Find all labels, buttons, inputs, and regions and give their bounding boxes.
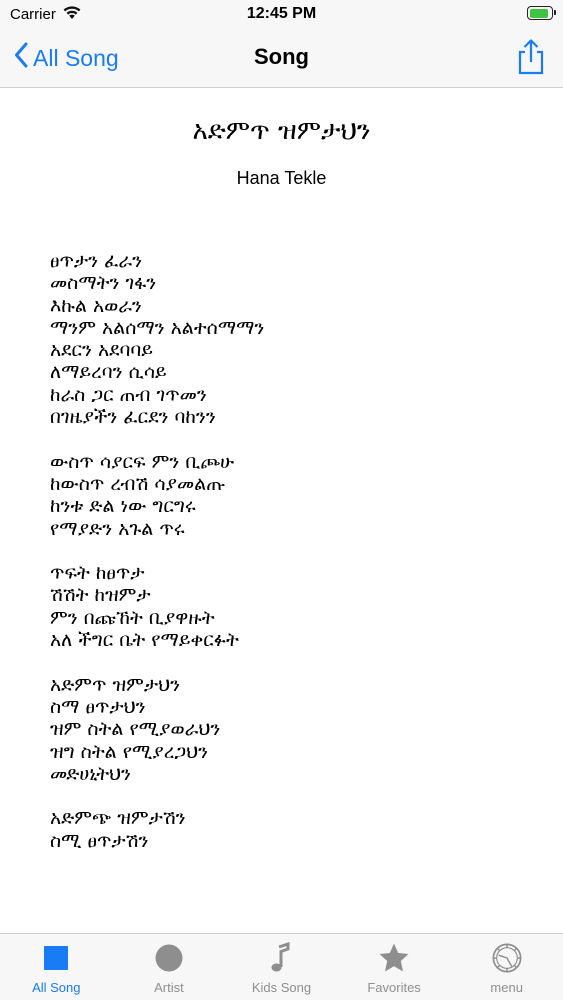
- nav-title: Song: [254, 44, 309, 69]
- tab-label: All Song: [32, 980, 81, 995]
- lyric-line: ዝግ ስትል የሚያረጋህን: [50, 740, 209, 763]
- tab-label: menu: [490, 980, 523, 995]
- lyric-line: ዝም ስትል የሚያወራህን: [50, 718, 221, 741]
- share-icon: [515, 39, 547, 80]
- lyric-line: አለ ችግር ቤት የማይቀርፉት: [50, 629, 239, 652]
- tab-label: Artist: [154, 980, 184, 995]
- tab-kids-song[interactable]: Kids Song: [225, 934, 338, 1000]
- tab-label: Favorites: [367, 980, 421, 995]
- lyrics: ፀጥታን ፈራን መስማትን ገፋን እኩል አወራን ማንም አልሰማን አልተሰማ…: [50, 250, 510, 874]
- battery-icon: [527, 6, 556, 20]
- lyric-line: ከውስጥ ረብሽ ሳያመልጡ: [50, 472, 226, 495]
- nav-bar: All Song Song: [0, 30, 563, 88]
- tab-favorites[interactable]: Favorites: [338, 934, 451, 1000]
- lyric-line: ውስጥ ሳያርፍ ምን ቢጮሁ: [50, 450, 235, 473]
- lyric-line: ማንም አልሰማን አልተሰማማን: [50, 316, 265, 339]
- tab-bar: All Song Artist Kids Song Favorites menu: [0, 933, 563, 1000]
- status-time: 12:45 PM: [246, 5, 317, 22]
- lyric-line: መድሀኒትህን: [50, 762, 131, 785]
- square-icon: [40, 942, 72, 974]
- lyric-line: መስማትን ገፋን: [50, 272, 157, 295]
- star-icon: [378, 942, 410, 974]
- tab-all-song[interactable]: All Song: [0, 934, 113, 1000]
- tab-label: Kids Song: [251, 980, 312, 995]
- lyric-line: አድምጥ ዝምታህን: [50, 673, 181, 696]
- lyric-line: ሽሽት ከዝምታ: [50, 584, 151, 607]
- lyric-line: ስሚ ፀጥታሽን: [50, 829, 149, 852]
- lyric-line: ለማይረባን ሲሳይ: [50, 361, 167, 384]
- lyric-line: ፀጥታን ፈራን: [50, 250, 143, 272]
- lyrics-stanza: ጥፍት ከፀጥታ ሽሽት ከዝምታ ምን በጩኸት ቢያዋዙት አለ ችግር ቤት የ…: [50, 562, 510, 651]
- song-content[interactable]: አድምጥ ዝምታህን Hana Tekle ፀጥታን ፈራን መስማትን ገፋን እ…: [0, 88, 563, 933]
- lyric-line: እኩል አወራን: [50, 294, 142, 317]
- lyric-line: ከራስ ጋር ጠብ ገጥመን: [50, 383, 207, 406]
- lyrics-stanza: አድምጥ ዝምታህን ስማ ፀጥታህን ዝም ስትል የሚያወራህን ዝግ ስትል የ…: [50, 674, 510, 785]
- lyric-line: አድምጭ ዝምታሽን: [50, 807, 186, 830]
- share-button[interactable]: [515, 38, 547, 76]
- music-note-icon: [265, 942, 297, 974]
- status-bar: Carrier 12:45 PM: [0, 0, 563, 30]
- tab-menu[interactable]: menu: [450, 934, 563, 1000]
- lyric-line: ምን በጩኸት ቢያዋዙት: [50, 606, 215, 629]
- battery-fill: [529, 8, 548, 18]
- lyrics-stanza: ውስጥ ሳያርፍ ምን ቢጮሁ ከውስጥ ረብሽ ሳያመልጡ ከንቱ ድል ነው ግ…: [50, 451, 510, 540]
- gear-icon: [491, 942, 523, 974]
- lyrics-stanza: አድምጭ ዝምታሽን ስሚ ፀጥታሽን: [50, 807, 510, 852]
- tab-artist[interactable]: Artist: [113, 934, 226, 1000]
- lyric-line: ጥፍት ከፀጥታ: [50, 562, 145, 585]
- song-artist: Hana Tekle: [236, 168, 327, 188]
- lyric-line: በገዜያችን ፈርደን ባከንን: [50, 406, 216, 429]
- lyric-line: ከንቱ ድል ነው ግርግሩ: [50, 495, 196, 518]
- circle-icon: [153, 942, 185, 974]
- lyric-line: የማያድን አጉል ጥሩ: [50, 517, 185, 540]
- song-title: አድምጥ ዝምታህን: [192, 116, 371, 146]
- lyrics-stanza: ፀጥታን ፈራን መስማትን ገፋን እኩል አወራን ማንም አልሰማን አልተሰማ…: [50, 250, 510, 428]
- lyric-line: ስማ ፀጥታህን: [50, 695, 146, 718]
- lyric-line: አደርን አደባባይ: [50, 339, 153, 362]
